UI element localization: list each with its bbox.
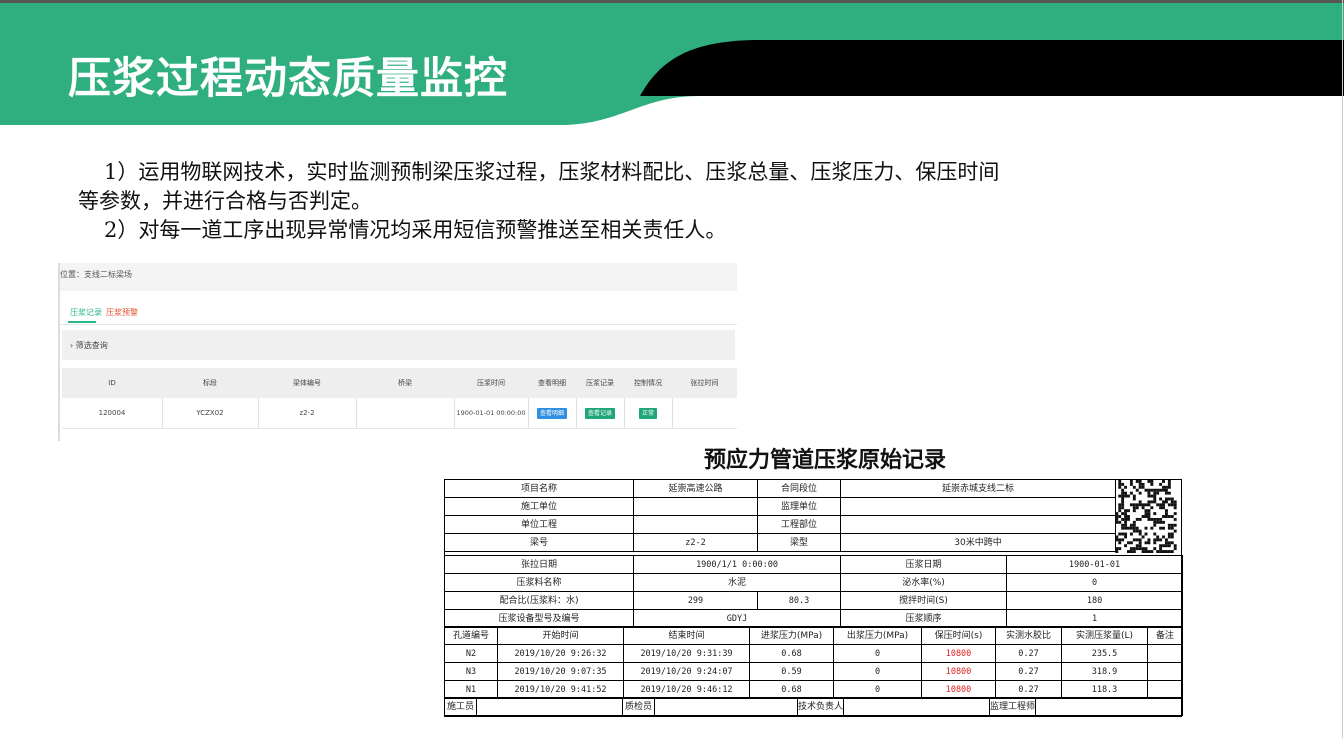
slide-edge	[0, 0, 1343, 738]
